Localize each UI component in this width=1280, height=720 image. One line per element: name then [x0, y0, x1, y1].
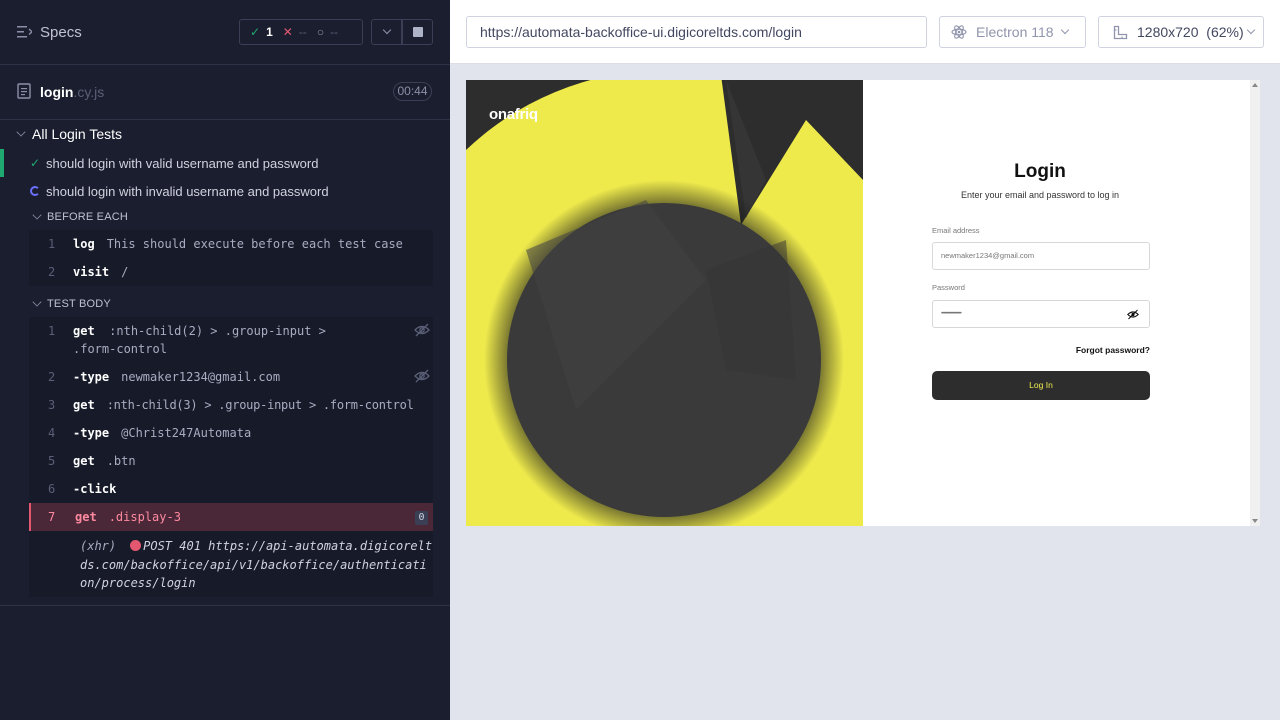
suite-title[interactable]: All Login Tests [16, 126, 122, 142]
toggle-auto-scroll-button[interactable] [371, 19, 402, 45]
hero-artwork: onafriq [466, 80, 863, 526]
scroll-down-icon[interactable] [1252, 519, 1258, 523]
check-icon: ✓ [30, 156, 41, 170]
spinner-icon: ○ [316, 25, 325, 39]
hero-graphic [466, 80, 863, 526]
brand-logo: onafriq [489, 106, 538, 123]
test-item-valid-login[interactable]: ✓ should login with valid username and p… [0, 149, 450, 177]
aut-header: https://automata-backoffice-ui.digicorel… [450, 0, 1280, 64]
reporter-header: Specs ✓ 1 ✕ -- ○ -- [0, 0, 450, 65]
login-title: Login [1014, 161, 1066, 182]
stop-button[interactable] [402, 19, 433, 45]
command-row[interactable]: 6 -click [29, 475, 433, 503]
test-body-commands: 1 get :nth-child(2) > .group-input > .fo… [29, 317, 433, 597]
forgot-password-link[interactable]: Forgot password? [1060, 345, 1150, 355]
eye-slash-icon[interactable] [414, 323, 430, 337]
passed-stat: ✓ 1 [250, 25, 273, 39]
eye-slash-icon[interactable] [1127, 309, 1139, 320]
failed-stat: ✕ -- [282, 25, 307, 39]
chevron-down-icon [1060, 25, 1069, 35]
command-row[interactable]: 4 -type @Christ247Automata [29, 419, 433, 447]
eye-slash-icon[interactable] [414, 369, 430, 383]
caret-down-icon [32, 297, 42, 307]
pending-stat: ○ -- [316, 25, 339, 39]
element-count-badge: 0 [415, 511, 428, 525]
email-field[interactable]: newmaker1234@gmail.com [932, 242, 1150, 270]
reporter-panel: Specs ✓ 1 ✕ -- ○ -- login.cy.js 00:44 Al… [0, 0, 450, 720]
check-icon: ✓ [250, 25, 261, 39]
x-icon: ✕ [282, 25, 293, 39]
test-body-header[interactable]: TEST BODY [32, 297, 111, 310]
chevron-down-icon [382, 25, 391, 35]
caret-down-icon [32, 210, 42, 220]
spec-duration: 00:44 [393, 82, 432, 101]
password-label: Password [932, 283, 965, 292]
test-stats: ✓ 1 ✕ -- ○ -- [239, 19, 363, 45]
before-each-commands: 1 log This should execute before each te… [29, 230, 433, 286]
chevron-down-icon [1246, 25, 1255, 35]
login-button[interactable]: Log In [932, 371, 1150, 400]
email-label: Email address [932, 226, 980, 235]
test-item-invalid-login[interactable]: should login with invalid username and p… [0, 177, 450, 205]
xhr-request-row[interactable]: (xhr) POST 401 https://api-automata.digic… [29, 531, 433, 597]
stop-icon [412, 27, 423, 37]
before-each-header[interactable]: BEFORE EACH [32, 210, 128, 223]
command-row[interactable]: 3 get :nth-child(3) > .group-input > .fo… [29, 391, 433, 419]
command-row[interactable]: 5 get .btn [29, 447, 433, 475]
scroll-up-icon[interactable] [1252, 83, 1258, 87]
divider [0, 605, 450, 606]
electron-icon [951, 25, 967, 39]
command-row[interactable]: 2 -type newmaker1234@gmail.com [29, 363, 433, 391]
specs-title[interactable]: Specs [40, 24, 82, 41]
command-row[interactable]: 1 get :nth-child(2) > .group-input > .fo… [29, 317, 433, 363]
command-row[interactable]: 2 visit / [29, 258, 433, 286]
caret-down-icon [16, 127, 26, 137]
running-spinner-icon [30, 186, 40, 196]
scrollbar[interactable] [1250, 80, 1260, 526]
browser-selector[interactable]: Electron 118 [939, 16, 1086, 48]
command-row-failed[interactable]: 7 get .display-3 0 [29, 503, 433, 531]
command-row[interactable]: 1 log This should execute before each te… [29, 230, 433, 258]
specs-list-icon[interactable] [17, 26, 32, 38]
url-bar[interactable]: https://automata-backoffice-ui.digicorel… [466, 16, 927, 48]
password-field[interactable]: •••••••••••••••••• [932, 300, 1150, 328]
viewport-info[interactable]: 1280x720 (62%) [1098, 16, 1264, 48]
ruler-icon [1113, 25, 1128, 39]
status-dot-icon [130, 540, 142, 551]
spec-filename[interactable]: login.cy.js [40, 84, 104, 100]
login-subtitle: Enter your email and password to log in [960, 190, 1120, 200]
document-icon [17, 83, 31, 99]
